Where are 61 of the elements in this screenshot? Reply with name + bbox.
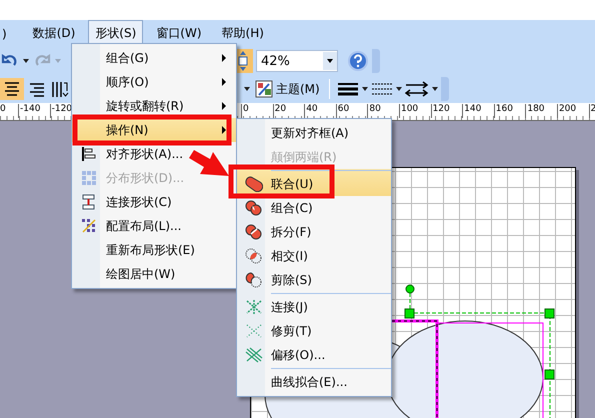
- menu-item[interactable]: 对齐形状(A)...: [72, 142, 236, 166]
- caret-icon[interactable]: [244, 87, 250, 91]
- caret-icon[interactable]: [396, 87, 402, 91]
- menu-item[interactable]: 剪除(S): [237, 268, 391, 292]
- line-weight-icon[interactable]: [336, 81, 359, 97]
- menu-item[interactable]: 偏移(O)...: [237, 343, 391, 367]
- menu-item[interactable]: 重新布局形状(E): [72, 238, 236, 262]
- line-ends-icon[interactable]: [404, 80, 429, 98]
- selection-handle[interactable]: [544, 370, 554, 380]
- menu-item[interactable]: 顺序(O): [72, 70, 236, 94]
- align-center-icon[interactable]: [0, 78, 24, 100]
- intersect-icon: [245, 248, 263, 264]
- menu-item[interactable]: 连接(J): [237, 292, 391, 319]
- ruler-label: 2: [588, 104, 595, 118]
- union-icon: [245, 176, 263, 192]
- join-icon: [245, 299, 263, 315]
- menu-item[interactable]: 连接形状(C): [72, 190, 236, 214]
- ruler-label: 180: [525, 104, 557, 118]
- menu-item[interactable]: 修剪(T): [237, 319, 391, 343]
- menu-item[interactable]: 曲线拟合(E)...: [237, 367, 391, 394]
- caret-icon: [55, 59, 61, 63]
- zoom-field[interactable]: 42%: [256, 50, 338, 72]
- line-pattern-icon[interactable]: [370, 81, 393, 97]
- selection-handle[interactable]: [404, 308, 414, 318]
- theme-button[interactable]: 主题(M): [253, 78, 322, 100]
- subtract-icon: [245, 272, 263, 288]
- menu-item[interactable]: 联合(U): [237, 169, 391, 196]
- help-icon[interactable]: [347, 50, 369, 72]
- menu-item[interactable]: 绘图居中(W): [72, 262, 236, 286]
- menu-item[interactable]: 更新对齐框(A): [237, 121, 391, 145]
- ruler-label: -140: [18, 104, 50, 118]
- ruler-label: 160: [494, 104, 526, 118]
- menu-item[interactable]: 配置布局(L)...: [72, 214, 236, 238]
- fragment-icon: [245, 224, 263, 240]
- menu-item[interactable]: 拆分(F): [237, 220, 391, 244]
- trim-icon: [245, 323, 263, 339]
- combine-icon: [245, 200, 263, 216]
- grid-icon: [81, 170, 97, 186]
- connector-icon: [81, 194, 97, 210]
- menu-item[interactable]: 相交(I): [237, 244, 391, 268]
- caret-icon[interactable]: [23, 59, 29, 63]
- annotation-arrow: [189, 150, 229, 176]
- menu-bar-item[interactable]: 窗口(W): [149, 20, 209, 47]
- menu-item[interactable]: 组合(G): [72, 46, 236, 70]
- menu-bar-item[interactable]: ): [0, 22, 14, 46]
- selection-handle[interactable]: [544, 308, 554, 318]
- rotation-handle[interactable]: [406, 284, 414, 294]
- align-icon: [81, 146, 97, 162]
- ruler-label: 200: [556, 104, 589, 118]
- text-direction-icon[interactable]: [50, 79, 70, 99]
- offset-icon: [245, 347, 263, 363]
- layout-icon: [81, 218, 97, 234]
- menu-bar-item[interactable]: 帮助(H): [214, 20, 271, 47]
- ruler-label: 0: [0, 104, 7, 116]
- caret-icon[interactable]: [362, 87, 368, 91]
- ruler-label: 100: [398, 104, 431, 118]
- menu-item[interactable]: 组合(C): [237, 196, 391, 220]
- ruler-label: 140: [462, 104, 494, 118]
- ruler-label: 120: [430, 104, 462, 118]
- theme-icon: [255, 80, 273, 98]
- menu-bar-item[interactable]: 数据(D): [26, 20, 82, 47]
